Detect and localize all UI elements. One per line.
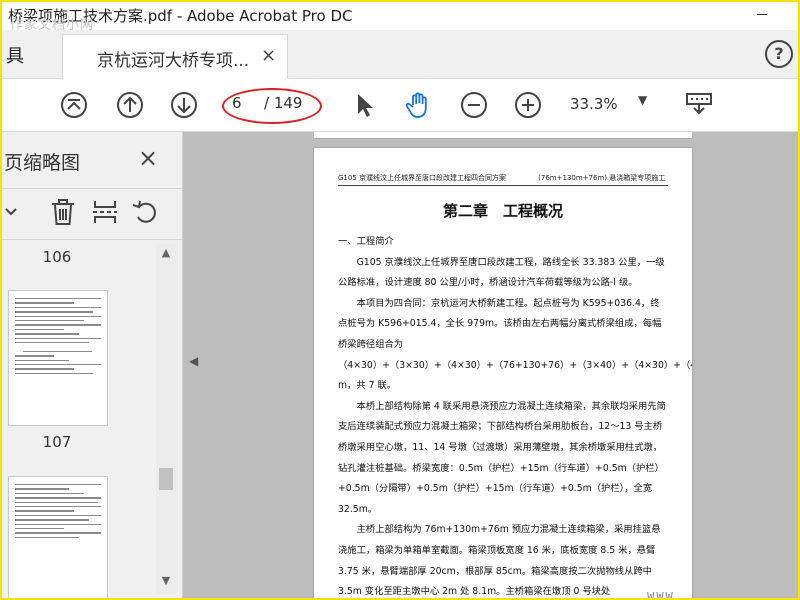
thumbnail-page-106[interactable] <box>8 290 108 426</box>
title-bar: 桥梁项施工技术方案.pdf - Adobe Acrobat Pro DC 作家文… <box>2 2 798 33</box>
scroll-down-icon[interactable]: ▼ <box>158 574 174 590</box>
extract-pages-icon[interactable] <box>90 197 120 227</box>
thumbnail-page-107[interactable] <box>8 476 108 598</box>
collapse-panel-icon[interactable]: ◀ <box>189 354 198 368</box>
paragraph: 本桥上部结构除第 4 联采用悬浇预应力混凝土连续箱梁，其余联均采用先简支后连续装… <box>338 400 666 515</box>
paragraph: G105 京濮线汶上任城界至唐口段改建工程，路线全长 33.383 公里，一级公… <box>338 256 665 289</box>
scrollbar-thumb[interactable] <box>159 468 173 490</box>
document-viewer[interactable]: ◀ G105 京濮线汶上任城界至唐口段改建工程四合同方案 (76m+130m+7… <box>183 132 798 598</box>
close-tab-icon[interactable]: × <box>261 45 276 66</box>
running-header-left: G105 京濮线汶上任城界至唐口段改建工程四合同方案 <box>338 174 507 182</box>
document-tab[interactable]: 京杭运河大桥专项... × <box>62 34 288 79</box>
hand-tool-icon[interactable] <box>404 91 432 119</box>
section-heading: 一、工程简介 <box>338 236 394 247</box>
app-window: 桥梁项施工技术方案.pdf - Adobe Acrobat Pro DC 作家文… <box>0 0 800 600</box>
read-mode-icon[interactable] <box>684 91 714 119</box>
rotate-page-icon[interactable] <box>130 197 160 227</box>
panel-toolbar <box>2 188 182 240</box>
scroll-up-icon[interactable]: ▲ <box>158 246 174 262</box>
options-chevron-icon[interactable] <box>2 197 18 227</box>
close-panel-icon[interactable]: × <box>138 144 158 172</box>
zoom-out-icon[interactable] <box>460 91 488 119</box>
first-page-icon[interactable] <box>60 91 88 119</box>
paragraph: 主桥上部结构为 76m+130m+76m 预应力混凝土连续箱梁，采用挂篮悬浇施工… <box>338 524 661 598</box>
zoom-in-icon[interactable] <box>514 91 542 119</box>
help-icon[interactable]: ? <box>765 40 793 68</box>
pdf-page: G105 京濮线汶上任城界至唐口段改建工程四合同方案 (76m+130m+76m… <box>314 148 692 600</box>
tab-bar: 具 京杭运河大桥专项... × ? <box>2 30 798 79</box>
zoom-level[interactable]: 33.3% <box>570 95 618 113</box>
tab-tools[interactable]: 具 <box>6 42 24 68</box>
thumbnail-list: 106 107 <box>2 240 154 598</box>
paragraph: 本项目为四合同：京杭运河大桥新建工程。起点桩号为 K595+036.4，终点桩号… <box>338 297 692 392</box>
next-page-icon[interactable] <box>170 91 198 119</box>
panel-title: 页缩略图 <box>4 152 81 174</box>
previous-page-icon[interactable] <box>116 91 144 119</box>
toolbar: / 149 33.3% ▼ <box>2 79 798 132</box>
running-header-right: (76m+130m+76m) 悬浇箱梁专项施工 <box>538 174 666 182</box>
body-text: 一、工程简介 G105 京濮线汶上任城界至唐口段改建工程，路线全长 33.383… <box>338 232 692 598</box>
thumbnail-label-107: 107 <box>42 433 72 451</box>
thumbnail-panel: 页缩略图 × 106 107 ▲ ▼ <box>2 132 183 598</box>
thumbnail-label-106: 106 <box>42 248 72 266</box>
chapter-title: 第二章 工程概况 <box>442 202 563 220</box>
minimize-button[interactable] <box>742 2 782 28</box>
thumbnail-scrollbar[interactable]: ▲ ▼ <box>156 244 176 594</box>
red-highlight-ellipse <box>222 88 322 124</box>
running-header: G105 京濮线汶上任城界至唐口段改建工程四合同方案 (76m+130m+76m… <box>338 174 668 186</box>
watermark-url: WWW. <box>647 590 684 600</box>
previous-page-edge <box>314 132 692 139</box>
delete-page-icon[interactable] <box>48 197 78 227</box>
chevron-down-icon[interactable]: ▼ <box>638 93 647 107</box>
document-tab-label: 京杭运河大桥专项... <box>97 51 250 71</box>
select-cursor-icon[interactable] <box>350 91 378 119</box>
